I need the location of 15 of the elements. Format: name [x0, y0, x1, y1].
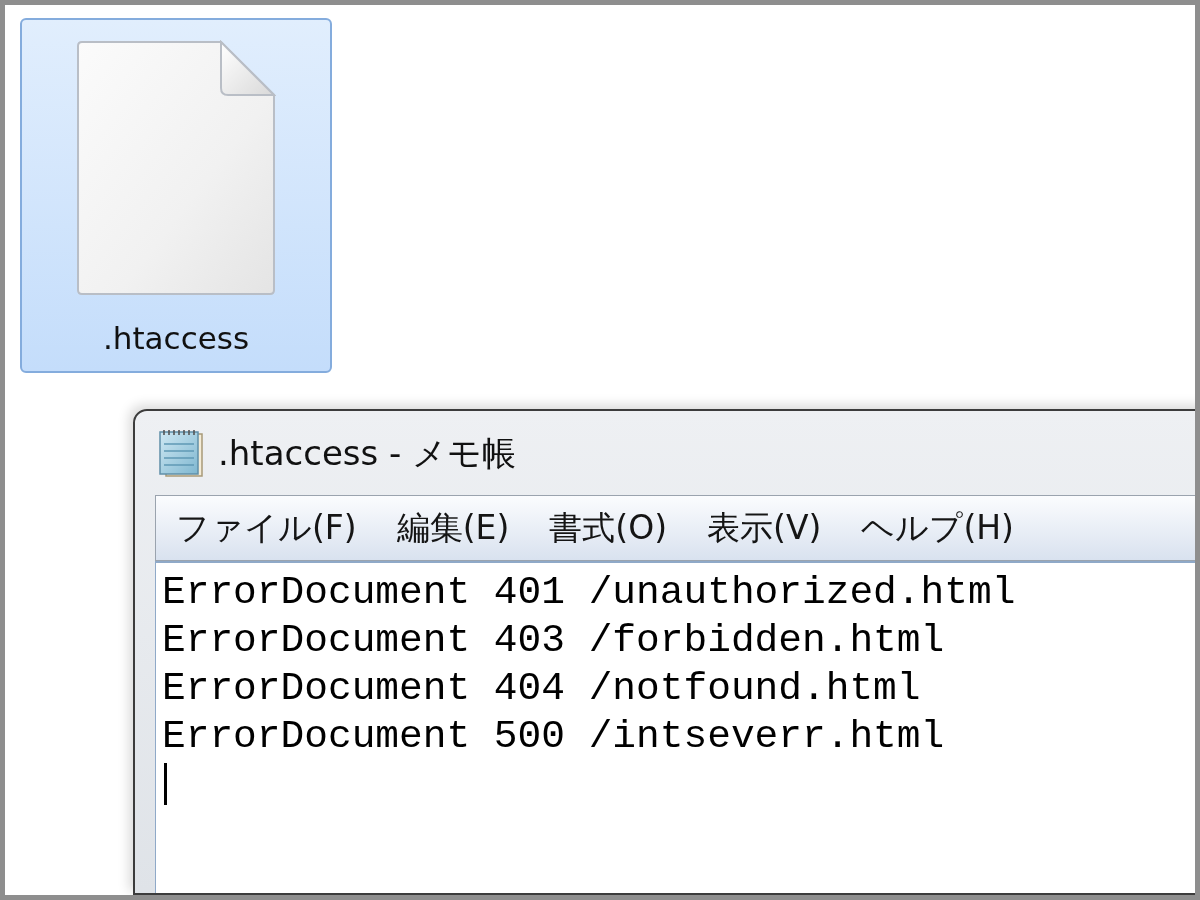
text-editor[interactable]: ErrorDocument 401 /unauthorized.html ErrorDocument 403 /forbidden.html ErrorDocument 404 /notfound.html ErrorDocument 500 /intseverr.html	[155, 561, 1195, 893]
editor-line: ErrorDocument 404 /notfound.html	[162, 665, 922, 713]
editor-line: ErrorDocument 401 /unauthorized.html	[162, 569, 1017, 617]
menu-item[interactable]: 編集(E)	[396, 506, 510, 550]
blank-document-icon	[76, 40, 276, 296]
menu-item[interactable]: ヘルプ(H)	[861, 506, 1014, 550]
menu-item[interactable]: 表示(V)	[707, 506, 822, 550]
notepad-icon	[158, 428, 204, 478]
file-icon-tile[interactable]: .htaccess	[20, 18, 332, 373]
file-name: .htaccess	[102, 319, 250, 358]
menu-item[interactable]: ファイル(F)	[176, 506, 357, 550]
menu-item[interactable]: 書式(O)	[549, 506, 668, 550]
editor-line: ErrorDocument 403 /forbidden.html	[162, 617, 946, 665]
window-title: .htaccess - メモ帳	[218, 432, 517, 474]
editor-line: ErrorDocument 500 /intseverr.html	[162, 713, 946, 761]
